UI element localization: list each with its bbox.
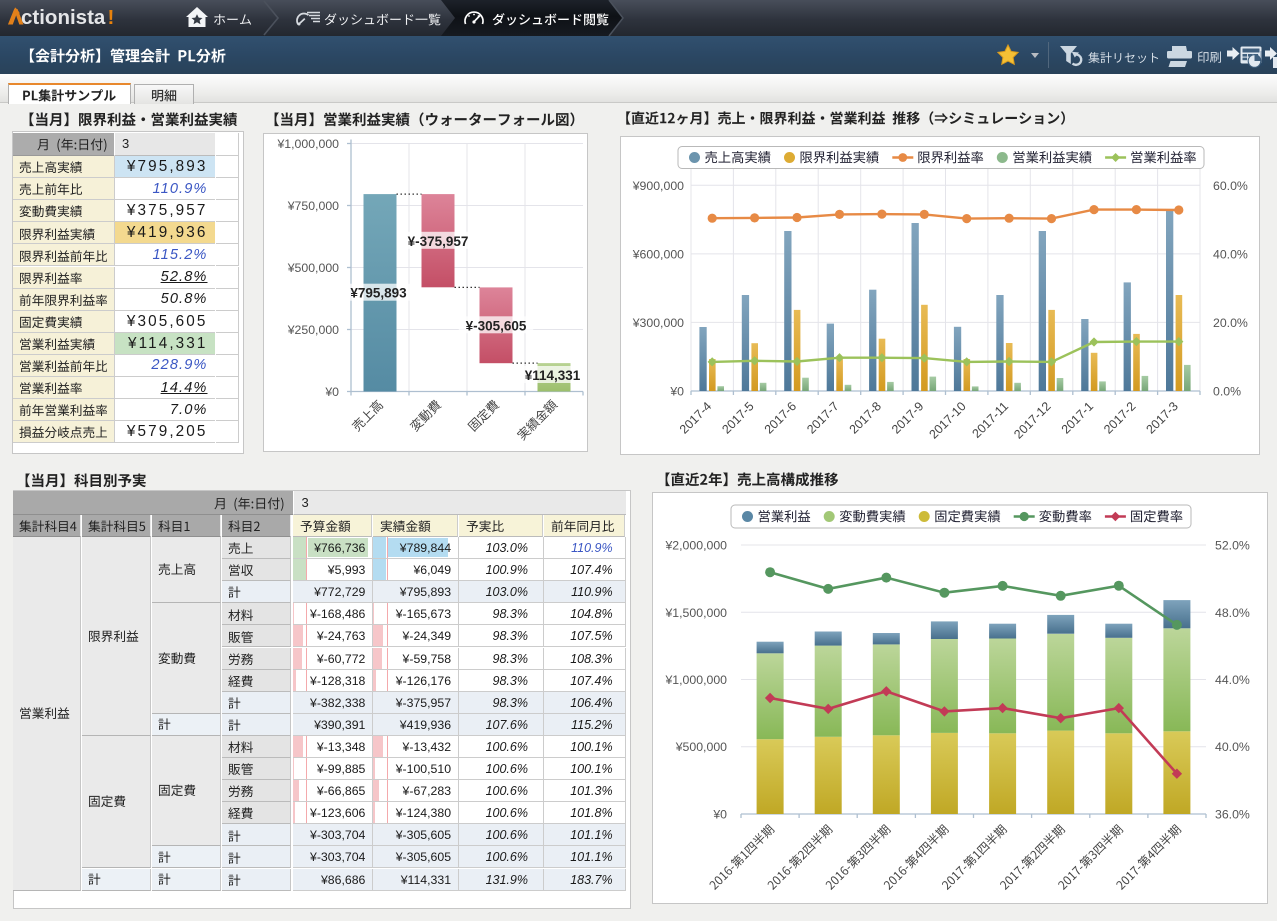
svg-text:¥1,500,000: ¥1,500,000 xyxy=(664,606,727,620)
svg-text:2017-2: 2017-2 xyxy=(1101,399,1138,436)
svg-text:52.0%: 52.0% xyxy=(1215,539,1250,553)
svg-text:2017-3: 2017-3 xyxy=(1143,399,1180,436)
svg-text:2017-6: 2017-6 xyxy=(762,399,799,436)
svg-text:!: ! xyxy=(108,6,115,29)
svg-text:¥250,000: ¥250,000 xyxy=(287,323,339,337)
svg-text:40.0%: 40.0% xyxy=(1215,740,1250,754)
svg-text:¥500,000: ¥500,000 xyxy=(675,740,727,754)
svg-text:60.0%: 60.0% xyxy=(1213,179,1248,193)
svg-text:2017-11: 2017-11 xyxy=(970,399,1012,441)
svg-text:ctionista: ctionista xyxy=(21,6,106,29)
svg-text:2017-5: 2017-5 xyxy=(719,399,756,436)
svg-text:48.0%: 48.0% xyxy=(1215,606,1250,620)
svg-text:¥0: ¥0 xyxy=(712,808,727,822)
svg-text:¥1,000,000: ¥1,000,000 xyxy=(276,137,339,151)
svg-text:¥-375,957: ¥-375,957 xyxy=(408,234,469,249)
svg-text:¥900,000: ¥900,000 xyxy=(632,179,684,193)
svg-text:20.0%: 20.0% xyxy=(1213,316,1248,330)
svg-text:44.0%: 44.0% xyxy=(1215,673,1250,687)
svg-text:2017-7: 2017-7 xyxy=(804,399,841,436)
svg-text:0.0%: 0.0% xyxy=(1213,385,1241,399)
svg-text:2017-8: 2017-8 xyxy=(847,399,884,436)
svg-text:2017-10: 2017-10 xyxy=(926,399,968,441)
svg-text:2017-12: 2017-12 xyxy=(1011,399,1053,441)
svg-text:36.0%: 36.0% xyxy=(1215,808,1250,822)
svg-text:¥500,000: ¥500,000 xyxy=(287,261,339,275)
svg-text:¥600,000: ¥600,000 xyxy=(632,247,684,261)
svg-text:¥300,000: ¥300,000 xyxy=(632,316,684,330)
svg-text:¥114,331: ¥114,331 xyxy=(525,368,581,383)
svg-text:¥0: ¥0 xyxy=(324,385,339,399)
svg-text:¥-305,605: ¥-305,605 xyxy=(466,318,527,333)
svg-text:¥2,000,000: ¥2,000,000 xyxy=(664,539,727,553)
svg-text:2017-4: 2017-4 xyxy=(677,399,714,436)
svg-text:2017-9: 2017-9 xyxy=(889,399,926,436)
svg-text:¥795,893: ¥795,893 xyxy=(350,286,407,301)
svg-text:¥0: ¥0 xyxy=(669,385,684,399)
svg-text:40.0%: 40.0% xyxy=(1213,247,1248,261)
svg-text:2017-1: 2017-1 xyxy=(1059,399,1096,436)
svg-text:¥750,000: ¥750,000 xyxy=(287,199,339,213)
svg-text:¥1,000,000: ¥1,000,000 xyxy=(664,673,727,687)
